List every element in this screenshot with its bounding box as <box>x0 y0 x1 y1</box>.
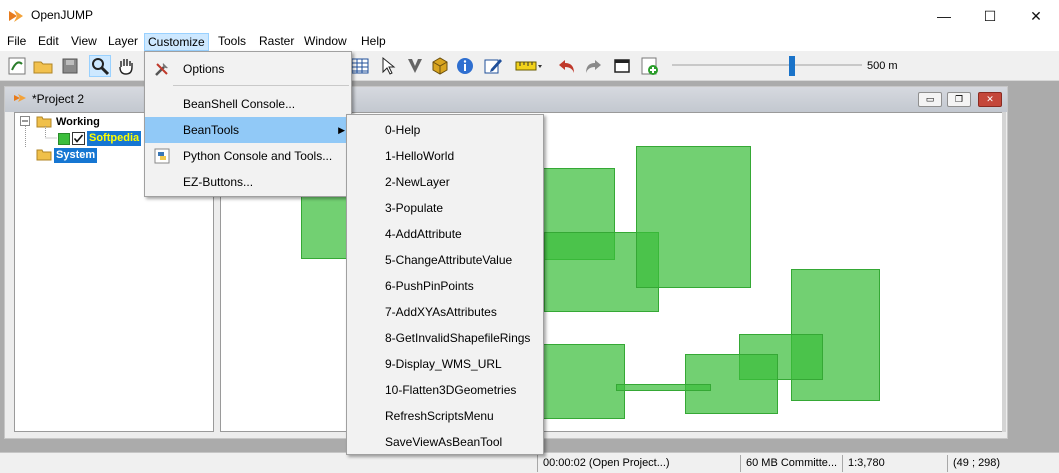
category-working[interactable]: Working <box>54 115 102 130</box>
status-scale: 1:3,780 <box>842 455 947 472</box>
beantool-label: 0-Help <box>385 123 421 137</box>
frame-close-button[interactable]: ✕ <box>978 92 1002 107</box>
menu-layer[interactable]: Layer <box>105 34 141 50</box>
beantool-item[interactable]: SaveViewAsBeanTool <box>347 429 543 455</box>
menu-item-python-console[interactable]: Python Console and Tools... <box>145 143 351 169</box>
beantool-label: 10-Flatten3DGeometries <box>385 383 517 397</box>
menu-item-beanshell-console[interactable]: BeanShell Console... <box>145 91 351 117</box>
project-icon <box>14 94 26 102</box>
menu-item-ez-buttons[interactable]: EZ-Buttons... <box>145 169 351 195</box>
beantool-item[interactable]: 10-Flatten3DGeometries <box>347 377 543 403</box>
map-feature[interactable] <box>636 146 751 288</box>
status-time: 00:00:02 (Open Project...) <box>537 455 740 472</box>
add-layer-icon[interactable] <box>640 56 660 76</box>
beantool-item[interactable]: 7-AddXYAsAttributes <box>347 299 543 325</box>
beantool-label: SaveViewAsBeanTool <box>385 435 503 449</box>
map-scrollbar[interactable] <box>1002 112 1006 432</box>
beantool-label: 1-HelloWorld <box>385 149 455 163</box>
layer-softpedia[interactable]: Softpedia <box>87 131 142 146</box>
beantool-item[interactable]: 5-ChangeAttributeValue <box>347 247 543 273</box>
select-arrow-icon[interactable] <box>378 56 398 76</box>
customize-menu: Options BeanShell Console... BeanTools ▶… <box>144 51 352 197</box>
beantool-item[interactable]: 2-NewLayer <box>347 169 543 195</box>
zoom-to-layer-icon[interactable] <box>7 56 27 76</box>
scale-label: 500 m <box>867 60 898 72</box>
beantool-item[interactable]: 0-Help <box>347 117 543 143</box>
beantool-label: 9-Display_WMS_URL <box>385 357 502 371</box>
menu-window[interactable]: Window <box>301 34 350 50</box>
menu-edit[interactable]: Edit <box>35 34 62 50</box>
category-system[interactable]: System <box>54 148 98 163</box>
beantool-item[interactable]: 1-HelloWorld <box>347 143 543 169</box>
edit-pencil-icon[interactable] <box>483 56 503 76</box>
menu-raster[interactable]: Raster <box>256 34 297 50</box>
measure-table-icon[interactable] <box>350 56 370 76</box>
layer-visibility-checkbox[interactable] <box>72 132 85 145</box>
beantool-label: 7-AddXYAsAttributes <box>385 305 497 319</box>
zoom-slider-thumb[interactable] <box>789 56 795 76</box>
tree-connector-lines <box>25 126 57 147</box>
beantool-label: 4-AddAttribute <box>385 227 462 241</box>
zoom-icon[interactable] <box>89 55 111 77</box>
menu-tools[interactable]: Tools <box>215 34 249 50</box>
menu-separator <box>173 85 349 86</box>
maximize-button[interactable]: ☐ <box>967 0 1013 32</box>
menu-item-label: BeanTools <box>183 123 240 137</box>
minimize-button[interactable]: — <box>921 0 967 32</box>
title-bar <box>0 0 1059 32</box>
status-bar: 00:00:02 (Open Project...) 60 MB Committ… <box>0 452 1059 473</box>
beantool-label: 2-NewLayer <box>385 175 450 189</box>
project-frame-title: *Project 2 <box>32 92 85 106</box>
menu-item-label: EZ-Buttons... <box>183 175 254 189</box>
box-3d-icon[interactable] <box>430 56 450 76</box>
menu-item-label: BeanShell Console... <box>183 97 296 111</box>
beantool-label: 3-Populate <box>385 201 444 215</box>
zoom-slider-track[interactable] <box>672 64 862 66</box>
collapse-toggle-icon[interactable] <box>20 116 30 126</box>
info-icon[interactable] <box>455 56 475 76</box>
frame-restore-button[interactable]: ❐ <box>947 92 971 107</box>
menu-customize[interactable]: Customize <box>144 33 209 51</box>
folder-icon <box>36 149 52 161</box>
pan-hand-icon[interactable] <box>116 56 136 76</box>
submenu-arrow-icon: ▶ <box>338 125 345 135</box>
menu-bar: File Edit View Layer Customize Tools Ras… <box>0 32 1059 51</box>
beantool-item[interactable]: 3-Populate <box>347 195 543 221</box>
layer-color-swatch <box>58 133 70 145</box>
beantool-label: 5-ChangeAttributeValue <box>385 253 513 267</box>
beantool-item[interactable]: 6-PushPinPoints <box>347 273 543 299</box>
status-coordinates: (49 ; 298) <box>947 455 1059 472</box>
menu-view[interactable]: View <box>68 34 100 50</box>
menu-item-label: Options <box>183 62 225 76</box>
tools-icon <box>155 63 168 76</box>
beantool-label: RefreshScriptsMenu <box>385 409 494 423</box>
save-project-icon[interactable] <box>60 56 80 76</box>
beantool-item[interactable]: RefreshScriptsMenu <box>347 403 543 429</box>
beantool-item[interactable]: 9-Display_WMS_URL <box>347 351 543 377</box>
window-title: OpenJUMP <box>31 8 94 22</box>
beantool-item[interactable]: 4-AddAttribute <box>347 221 543 247</box>
beantool-label: 8-GetInvalidShapefileRings <box>385 331 531 345</box>
menu-file[interactable]: File <box>4 34 29 50</box>
beantool-item[interactable]: 8-GetInvalidShapefileRings <box>347 325 543 351</box>
ruler-icon[interactable] <box>515 56 543 76</box>
cut-tool-icon[interactable] <box>405 56 425 76</box>
map-feature[interactable] <box>616 384 711 391</box>
window-icon[interactable] <box>612 56 632 76</box>
close-button[interactable]: ✕ <box>1013 0 1059 32</box>
redo-icon[interactable] <box>583 56 603 76</box>
menu-help[interactable]: Help <box>358 34 389 50</box>
menu-item-beantools[interactable]: BeanTools ▶ <box>145 117 351 143</box>
open-folder-icon[interactable] <box>33 56 53 76</box>
frame-minimize-button[interactable]: ▭ <box>918 92 942 107</box>
status-memory: 60 MB Committe... <box>740 455 842 472</box>
python-icon <box>154 148 170 164</box>
menu-item-options[interactable]: Options <box>145 56 351 82</box>
beantools-submenu: 0-Help 1-HelloWorld 2-NewLayer 3-Populat… <box>346 114 544 455</box>
menu-item-label: Python Console and Tools... <box>183 149 333 163</box>
openjump-logo-icon <box>9 10 23 22</box>
undo-icon[interactable] <box>557 56 577 76</box>
beantool-label: 6-PushPinPoints <box>385 279 474 293</box>
